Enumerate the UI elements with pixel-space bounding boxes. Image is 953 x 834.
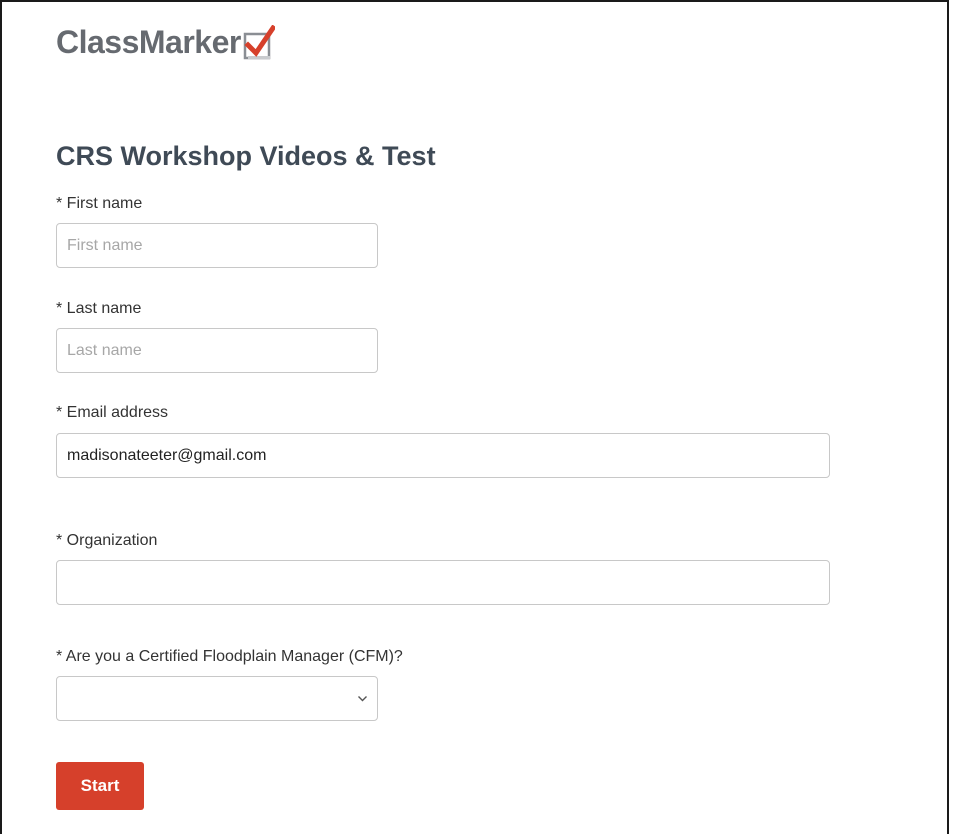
classmarker-logo: ClassMarker [56,22,275,62]
email-input[interactable] [56,433,830,478]
organization-label: * Organization [56,532,158,549]
cfm-label: * Are you a Certified Floodplain Manager… [56,648,403,665]
checkbox-check-icon [243,25,275,60]
first-name-label: * First name [56,195,143,212]
last-name-label: * Last name [56,300,142,317]
cfm-select[interactable] [56,676,378,721]
page-title: CRS Workshop Videos & Test [56,141,436,171]
chevron-down-icon [358,696,367,702]
logo-text: ClassMarker [56,24,241,60]
organization-input[interactable] [56,560,830,605]
last-name-input[interactable] [56,328,378,373]
start-button[interactable]: Start [56,762,144,810]
email-label: * Email address [56,404,169,421]
first-name-input[interactable] [56,223,378,268]
